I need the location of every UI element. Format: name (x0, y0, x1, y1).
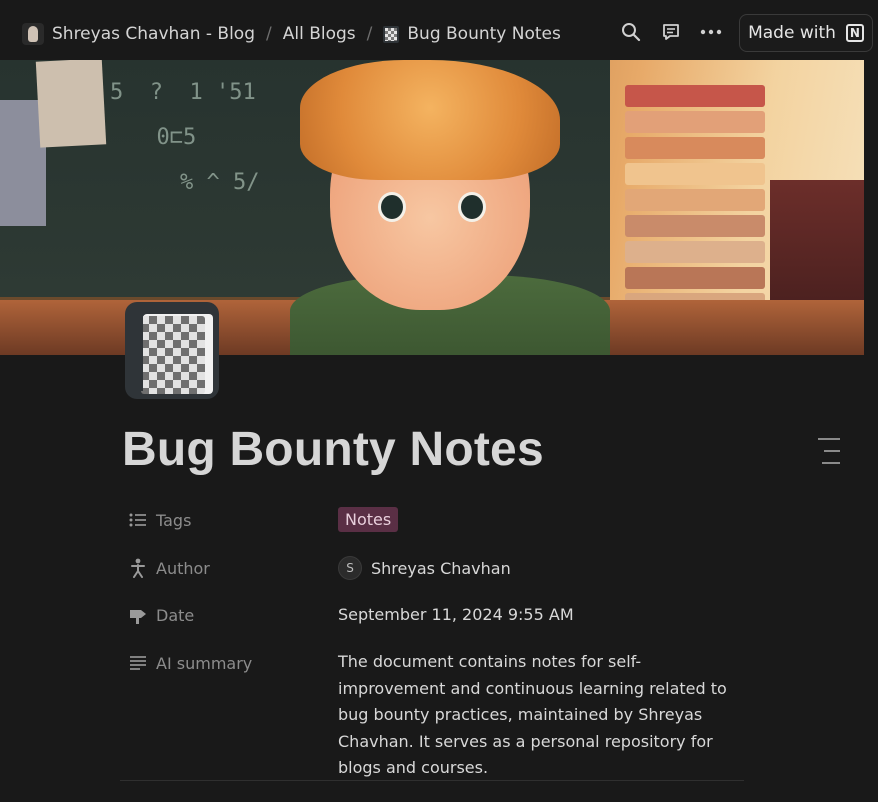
breadcrumb-separator: / (366, 24, 373, 44)
property-label: Tags (156, 510, 192, 530)
made-with-label: Made with (748, 23, 836, 43)
breadcrumb: Shreyas Chavhan - Blog / All Blogs / Bug… (22, 20, 561, 48)
property-label: AI summary (156, 653, 253, 673)
blog-avatar-icon (22, 23, 44, 45)
author-avatar: S (338, 556, 362, 580)
paper-illustration (35, 60, 107, 148)
breadcrumb-item-all-blogs[interactable]: All Blogs (283, 24, 356, 44)
property-date[interactable]: Date (128, 605, 194, 625)
date-signpost-icon (128, 605, 148, 625)
table-of-contents-icon[interactable] (818, 438, 840, 474)
notebook-icon (383, 25, 400, 43)
property-ai-summary[interactable]: AI summary (128, 653, 252, 673)
made-with-notion-button[interactable]: Made with N (739, 14, 873, 52)
property-label: Author (156, 558, 210, 578)
property-author[interactable]: Author (128, 558, 210, 578)
breadcrumb-item-bug-bounty-notes[interactable]: Bug Bounty Notes (383, 24, 561, 44)
breadcrumb-label: Bug Bounty Notes (407, 24, 561, 44)
properties-divider (120, 780, 744, 781)
property-label: Date (156, 605, 195, 625)
notion-logo-icon: N (845, 24, 864, 42)
more-icon[interactable] (700, 21, 722, 43)
text-lines-icon (128, 653, 148, 673)
breadcrumb-label: All Blogs (282, 24, 356, 44)
page-notebook-icon[interactable] (125, 302, 219, 399)
search-icon[interactable] (620, 21, 642, 43)
tags-value[interactable]: Notes (338, 507, 399, 532)
top-bar: Shreyas Chavhan - Blog / All Blogs / Bug… (0, 0, 878, 62)
list-icon (128, 510, 148, 530)
property-tags[interactable]: Tags (128, 510, 191, 530)
author-value[interactable]: S Shreyas Chavhan (338, 556, 511, 580)
toolbar-icons (620, 21, 722, 43)
ai-summary-value[interactable]: The document contains notes for self-imp… (338, 649, 748, 782)
breadcrumb-separator: / (266, 24, 272, 44)
date-value[interactable]: September 11, 2024 9:55 AM (338, 605, 574, 624)
comment-icon[interactable] (660, 21, 682, 43)
boy-hair-illustration (300, 60, 560, 180)
tag-badge[interactable]: Notes (338, 507, 399, 532)
person-icon (128, 558, 148, 578)
author-name: Shreyas Chavhan (371, 558, 511, 578)
breadcrumb-label: Shreyas Chavhan - Blog (52, 24, 255, 44)
breadcrumb-item-blog[interactable]: Shreyas Chavhan - Blog (22, 23, 255, 45)
page-title[interactable]: Bug Bounty Notes (122, 422, 544, 477)
